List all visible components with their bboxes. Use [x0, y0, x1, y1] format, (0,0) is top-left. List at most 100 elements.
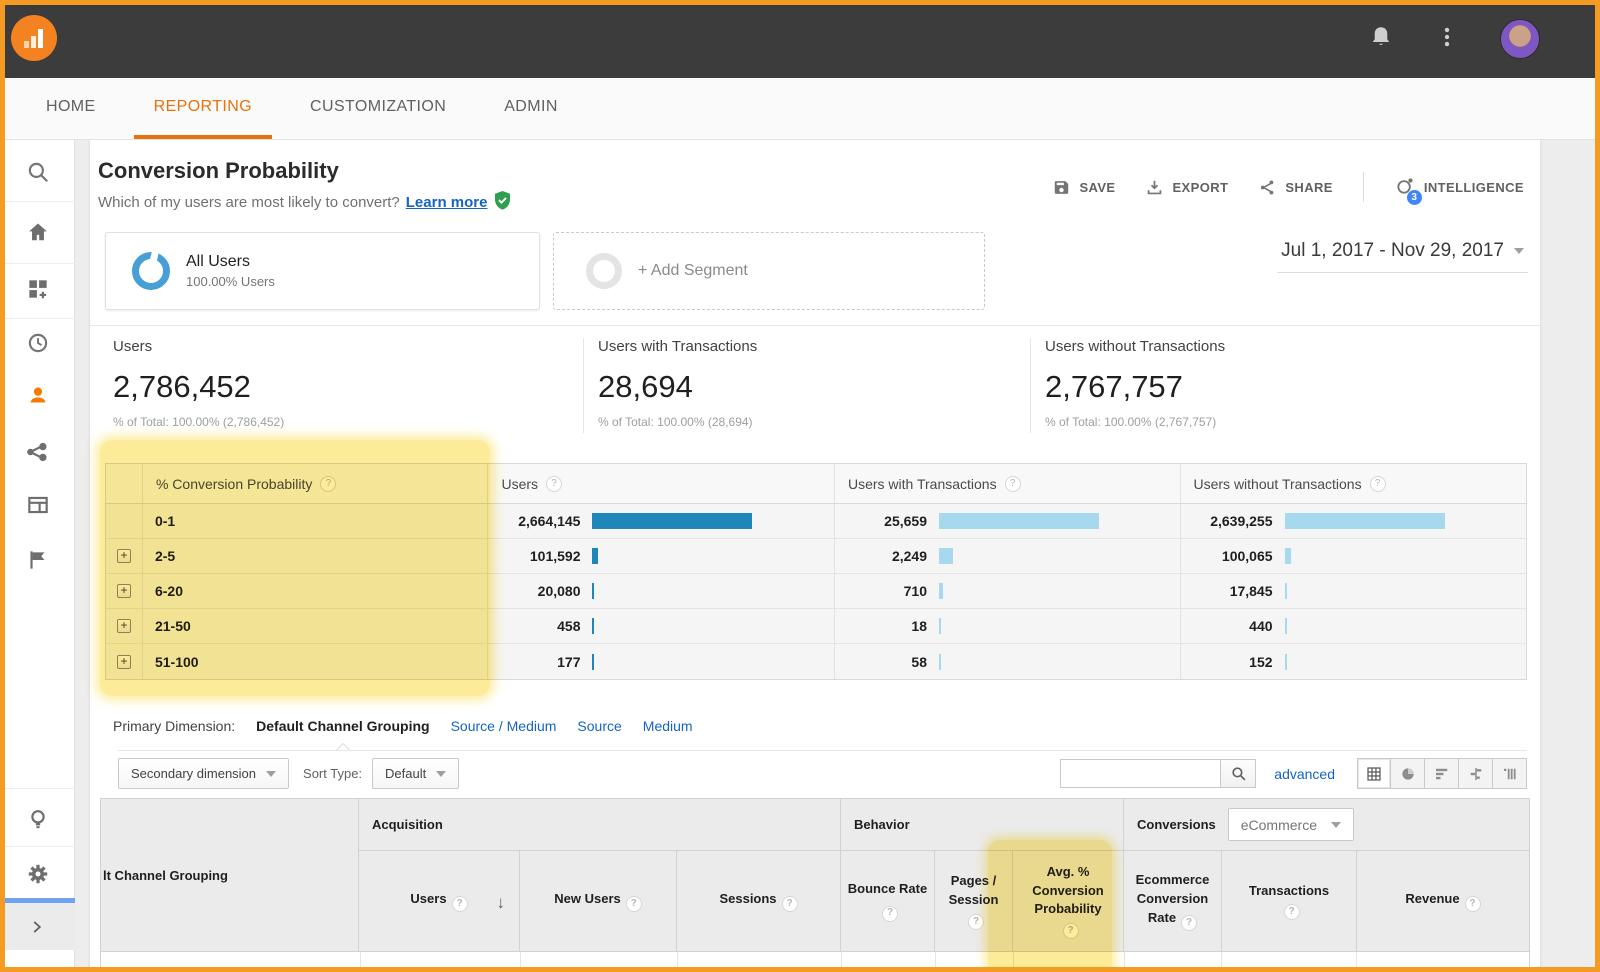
- tab-home[interactable]: HOME: [46, 78, 116, 139]
- home-icon[interactable]: [25, 219, 51, 245]
- audience-person-icon[interactable]: [25, 383, 51, 409]
- main-content: Conversion Probability Which of my users…: [75, 140, 1600, 972]
- realtime-clock-icon[interactable]: [25, 330, 51, 356]
- segment-all-users[interactable]: All Users 100.00% Users: [105, 232, 540, 310]
- col-header-avg-conversion-probability[interactable]: Avg. % Conversion Probability?: [1013, 851, 1124, 951]
- users-bar: [592, 654, 594, 670]
- secondary-dimension-button[interactable]: Secondary dimension: [118, 758, 289, 789]
- export-label: EXPORT: [1172, 180, 1228, 195]
- col-header-users-with-transactions: Users with Transactions: [848, 476, 997, 492]
- without-bar: [1285, 548, 1291, 564]
- expand-cell: +: [106, 574, 142, 608]
- bucket-cell: 0-1: [142, 504, 488, 538]
- advanced-search-link[interactable]: advanced: [1274, 766, 1335, 782]
- col-header-revenue[interactable]: Revenue?: [1357, 851, 1529, 951]
- notifications-bell-icon[interactable]: [1368, 24, 1394, 55]
- comparison-view-icon[interactable]: [1459, 758, 1493, 789]
- page-subtitle: Which of my users are most likely to con…: [98, 190, 512, 215]
- expand-column-header: [106, 464, 142, 503]
- dashboards-grid-plus-icon[interactable]: [25, 276, 51, 302]
- table-search-button[interactable]: [1220, 759, 1256, 788]
- dimension-source-medium[interactable]: Source / Medium: [451, 718, 557, 734]
- col-header-ecommerce-conversion-rate[interactable]: Ecommerce Conversion Rate?: [1124, 851, 1222, 951]
- primary-dimension-label: Primary Dimension:: [113, 718, 235, 734]
- expand-row-button[interactable]: +: [117, 549, 131, 563]
- chevron-down-icon: [1331, 822, 1341, 828]
- analytics-logo-icon[interactable]: [11, 15, 57, 61]
- users-bar: [592, 513, 752, 529]
- segment-donut-icon: [132, 252, 170, 290]
- pivot-view-icon[interactable]: [1493, 758, 1527, 789]
- segment-subtitle: 100.00% Users: [186, 274, 275, 289]
- dimension-medium[interactable]: Medium: [643, 718, 693, 734]
- user-avatar[interactable]: [1500, 19, 1540, 59]
- without-value-cell: 440: [1180, 609, 1527, 643]
- discover-lightbulb-icon[interactable]: [25, 806, 51, 832]
- dimension-source[interactable]: Source: [577, 718, 621, 734]
- with-bar: [939, 583, 943, 599]
- group-header-conversions: Conversions eCommerce: [1124, 799, 1529, 850]
- segment-title: All Users: [186, 253, 275, 271]
- col-header-pages-session[interactable]: Pages / Session?: [935, 851, 1013, 951]
- share-button[interactable]: SHARE: [1258, 178, 1333, 197]
- date-range-selector[interactable]: Jul 1, 2017 - Nov 29, 2017: [1277, 236, 1528, 273]
- scorecard-label: Users: [113, 338, 284, 355]
- save-button[interactable]: SAVE: [1052, 178, 1115, 197]
- section-divider: [90, 325, 1540, 326]
- conversions-flag-icon[interactable]: [25, 547, 51, 573]
- col-header-users: Users: [501, 476, 538, 492]
- export-button[interactable]: EXPORT: [1145, 178, 1228, 197]
- users-value: 20,080: [488, 583, 580, 599]
- kebab-menu-icon[interactable]: [1434, 24, 1460, 55]
- help-icon[interactable]: ?: [320, 476, 336, 492]
- learn-more-link[interactable]: Learn more: [406, 194, 488, 211]
- tab-customization[interactable]: CUSTOMIZATION: [290, 78, 466, 139]
- col-header-transactions[interactable]: Transactions?: [1222, 851, 1357, 951]
- col-header-bounce-rate[interactable]: Bounce Rate?: [841, 851, 935, 951]
- users-value: 101,592: [488, 548, 580, 564]
- row-header-channel-grouping[interactable]: lt Channel Grouping: [101, 799, 359, 951]
- conversions-type-dropdown[interactable]: eCommerce: [1228, 808, 1354, 841]
- expand-row-button[interactable]: +: [117, 655, 131, 669]
- bucket-label: 2-5: [155, 548, 175, 564]
- bucket-label: 0-1: [155, 513, 175, 529]
- page-title: Conversion Probability: [98, 158, 339, 184]
- acquisition-branch-icon[interactable]: [25, 439, 51, 465]
- prob-table-header: % Conversion Probability ? Users ? Users…: [106, 464, 1526, 504]
- admin-gear-icon[interactable]: [25, 861, 51, 887]
- with-value-cell: 18: [834, 609, 1180, 643]
- with-bar: [939, 548, 953, 564]
- prob-table-row: +6-2020,08071017,845: [106, 574, 1526, 609]
- help-icon[interactable]: ?: [546, 476, 562, 492]
- tab-admin[interactable]: ADMIN: [484, 78, 578, 139]
- search-icon[interactable]: [25, 159, 51, 185]
- bucket-label: 21-50: [155, 618, 191, 634]
- behavior-window-icon[interactable]: [25, 492, 51, 518]
- verified-shield-icon: [493, 190, 512, 215]
- help-icon[interactable]: ?: [1005, 476, 1021, 492]
- intelligence-button[interactable]: 3 INTELLIGENCE: [1394, 175, 1524, 200]
- without-bar: [1285, 583, 1287, 599]
- col-header-new-users[interactable]: New Users?: [520, 851, 677, 951]
- help-icon[interactable]: ?: [1370, 476, 1386, 492]
- table-search-input[interactable]: [1060, 759, 1220, 788]
- tab-reporting[interactable]: REPORTING: [134, 78, 272, 139]
- expand-row-button[interactable]: +: [117, 584, 131, 598]
- sidebar-collapse-button[interactable]: [0, 903, 75, 950]
- scorecard-divider: [1030, 338, 1031, 433]
- without-bar: [1285, 654, 1287, 670]
- col-header-conversion-probability: % Conversion Probability: [156, 476, 312, 492]
- col-header-users[interactable]: Users? ↓: [359, 851, 520, 951]
- data-view-grid-icon[interactable]: [1357, 758, 1391, 789]
- sort-type-dropdown[interactable]: Default: [372, 758, 459, 789]
- performance-bars-view-icon[interactable]: [1425, 758, 1459, 789]
- users-value-cell: 20,080: [487, 574, 834, 608]
- add-segment-button[interactable]: + Add Segment: [553, 232, 985, 310]
- sort-descending-arrow-icon[interactable]: ↓: [497, 891, 506, 916]
- add-segment-label: + Add Segment: [638, 262, 748, 280]
- with-value: 25,659: [835, 513, 927, 529]
- dimension-default-channel-grouping[interactable]: Default Channel Grouping: [256, 718, 429, 734]
- col-header-sessions[interactable]: Sessions?: [677, 851, 841, 951]
- percentage-pie-view-icon[interactable]: [1391, 758, 1425, 789]
- expand-row-button[interactable]: +: [117, 619, 131, 633]
